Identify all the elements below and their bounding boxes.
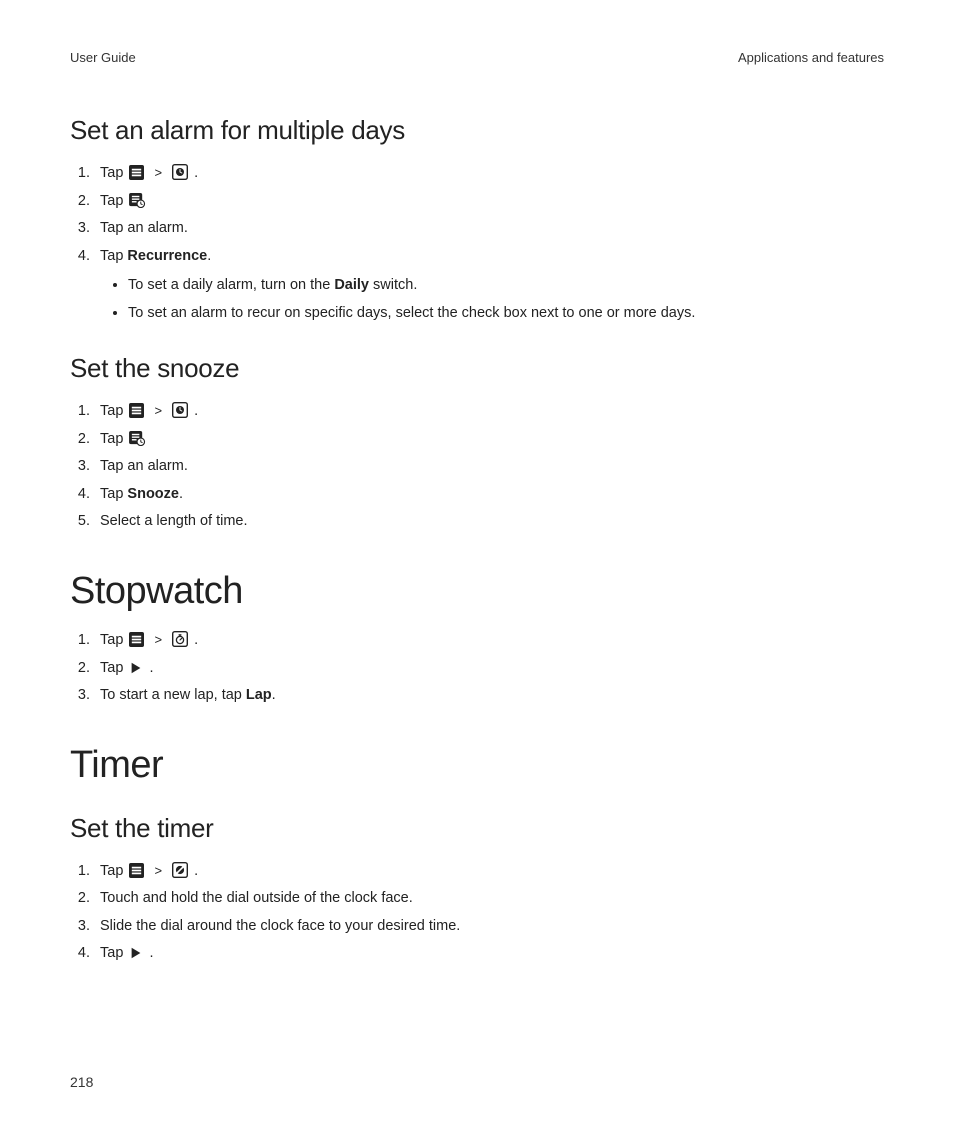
text-tap: Tap bbox=[100, 632, 123, 648]
text-tap: Tap bbox=[100, 431, 123, 447]
text: . bbox=[272, 687, 276, 703]
separator: > bbox=[154, 632, 162, 647]
text-tap: Tap bbox=[100, 403, 123, 419]
step: Tap > . bbox=[94, 398, 884, 426]
period: . bbox=[149, 945, 153, 961]
step: Select a length of time. bbox=[94, 508, 884, 536]
text: . bbox=[179, 486, 183, 502]
step: Tap > . bbox=[94, 627, 884, 655]
alarm-list-icon bbox=[129, 431, 146, 446]
period: . bbox=[194, 863, 198, 879]
text: To start a new lap, tap bbox=[100, 687, 246, 703]
bold-recurrence: Recurrence bbox=[127, 248, 207, 264]
step: Touch and hold the dial outside of the c… bbox=[94, 885, 884, 913]
step: Tap . bbox=[94, 655, 884, 683]
steps-alarm-multi: Tap > . Tap Tap an alarm. Tap Recurrence… bbox=[70, 160, 884, 327]
step: Tap an alarm. bbox=[94, 453, 884, 481]
header-right: Applications and features bbox=[738, 50, 884, 65]
step: Tap an alarm. bbox=[94, 215, 884, 243]
separator: > bbox=[154, 403, 162, 418]
text: switch. bbox=[369, 277, 417, 293]
timer-icon bbox=[172, 862, 188, 878]
header-left: User Guide bbox=[70, 50, 136, 65]
separator: > bbox=[154, 863, 162, 878]
text: Tap bbox=[100, 248, 127, 264]
heading-set-alarm-multi: Set an alarm for multiple days bbox=[70, 115, 884, 146]
play-icon bbox=[129, 661, 143, 675]
text-tap: Tap bbox=[100, 660, 123, 676]
text-tap: Tap bbox=[100, 863, 123, 879]
steps-stopwatch: Tap > . Tap . To start a new lap, tap La… bbox=[70, 627, 884, 710]
page-header: User Guide Applications and features bbox=[70, 50, 884, 65]
bold-daily: Daily bbox=[334, 277, 369, 293]
text: To set a daily alarm, turn on the bbox=[128, 277, 334, 293]
heading-set-timer: Set the timer bbox=[70, 813, 884, 844]
heading-timer: Timer bbox=[70, 744, 884, 787]
play-icon bbox=[129, 946, 143, 960]
step: To start a new lap, tap Lap. bbox=[94, 682, 884, 710]
period: . bbox=[194, 403, 198, 419]
step: Tap > . bbox=[94, 160, 884, 188]
menu-icon bbox=[129, 165, 144, 180]
step: Slide the dial around the clock face to … bbox=[94, 913, 884, 941]
sub-bullets: To set a daily alarm, turn on the Daily … bbox=[100, 272, 884, 327]
bullet: To set an alarm to recur on specific day… bbox=[128, 300, 884, 328]
menu-icon bbox=[129, 403, 144, 418]
step: Tap Recurrence. To set a daily alarm, tu… bbox=[94, 243, 884, 328]
step: Tap bbox=[94, 188, 884, 216]
text: . bbox=[207, 248, 211, 264]
alarm-list-icon bbox=[129, 193, 146, 208]
step: Tap . bbox=[94, 940, 884, 968]
menu-icon bbox=[129, 632, 144, 647]
menu-icon bbox=[129, 863, 144, 878]
heading-set-snooze: Set the snooze bbox=[70, 353, 884, 384]
bold-snooze: Snooze bbox=[127, 486, 179, 502]
period: . bbox=[149, 660, 153, 676]
text: Tap bbox=[100, 486, 127, 502]
alarm-clock-icon bbox=[172, 164, 188, 180]
steps-timer: Tap > . Touch and hold the dial outside … bbox=[70, 858, 884, 968]
period: . bbox=[194, 632, 198, 648]
step: Tap bbox=[94, 426, 884, 454]
stopwatch-icon bbox=[172, 631, 188, 647]
alarm-clock-icon bbox=[172, 402, 188, 418]
text-tap: Tap bbox=[100, 945, 123, 961]
separator: > bbox=[154, 165, 162, 180]
bullet: To set a daily alarm, turn on the Daily … bbox=[128, 272, 884, 300]
step: Tap > . bbox=[94, 858, 884, 886]
steps-snooze: Tap > . Tap Tap an alarm. Tap Snooze. Se… bbox=[70, 398, 884, 536]
page-number: 218 bbox=[70, 1074, 93, 1090]
bold-lap: Lap bbox=[246, 687, 272, 703]
period: . bbox=[194, 165, 198, 181]
text-tap: Tap bbox=[100, 165, 123, 181]
page: User Guide Applications and features Set… bbox=[0, 0, 954, 1145]
text-tap: Tap bbox=[100, 193, 123, 209]
step: Tap Snooze. bbox=[94, 481, 884, 509]
heading-stopwatch: Stopwatch bbox=[70, 570, 884, 613]
